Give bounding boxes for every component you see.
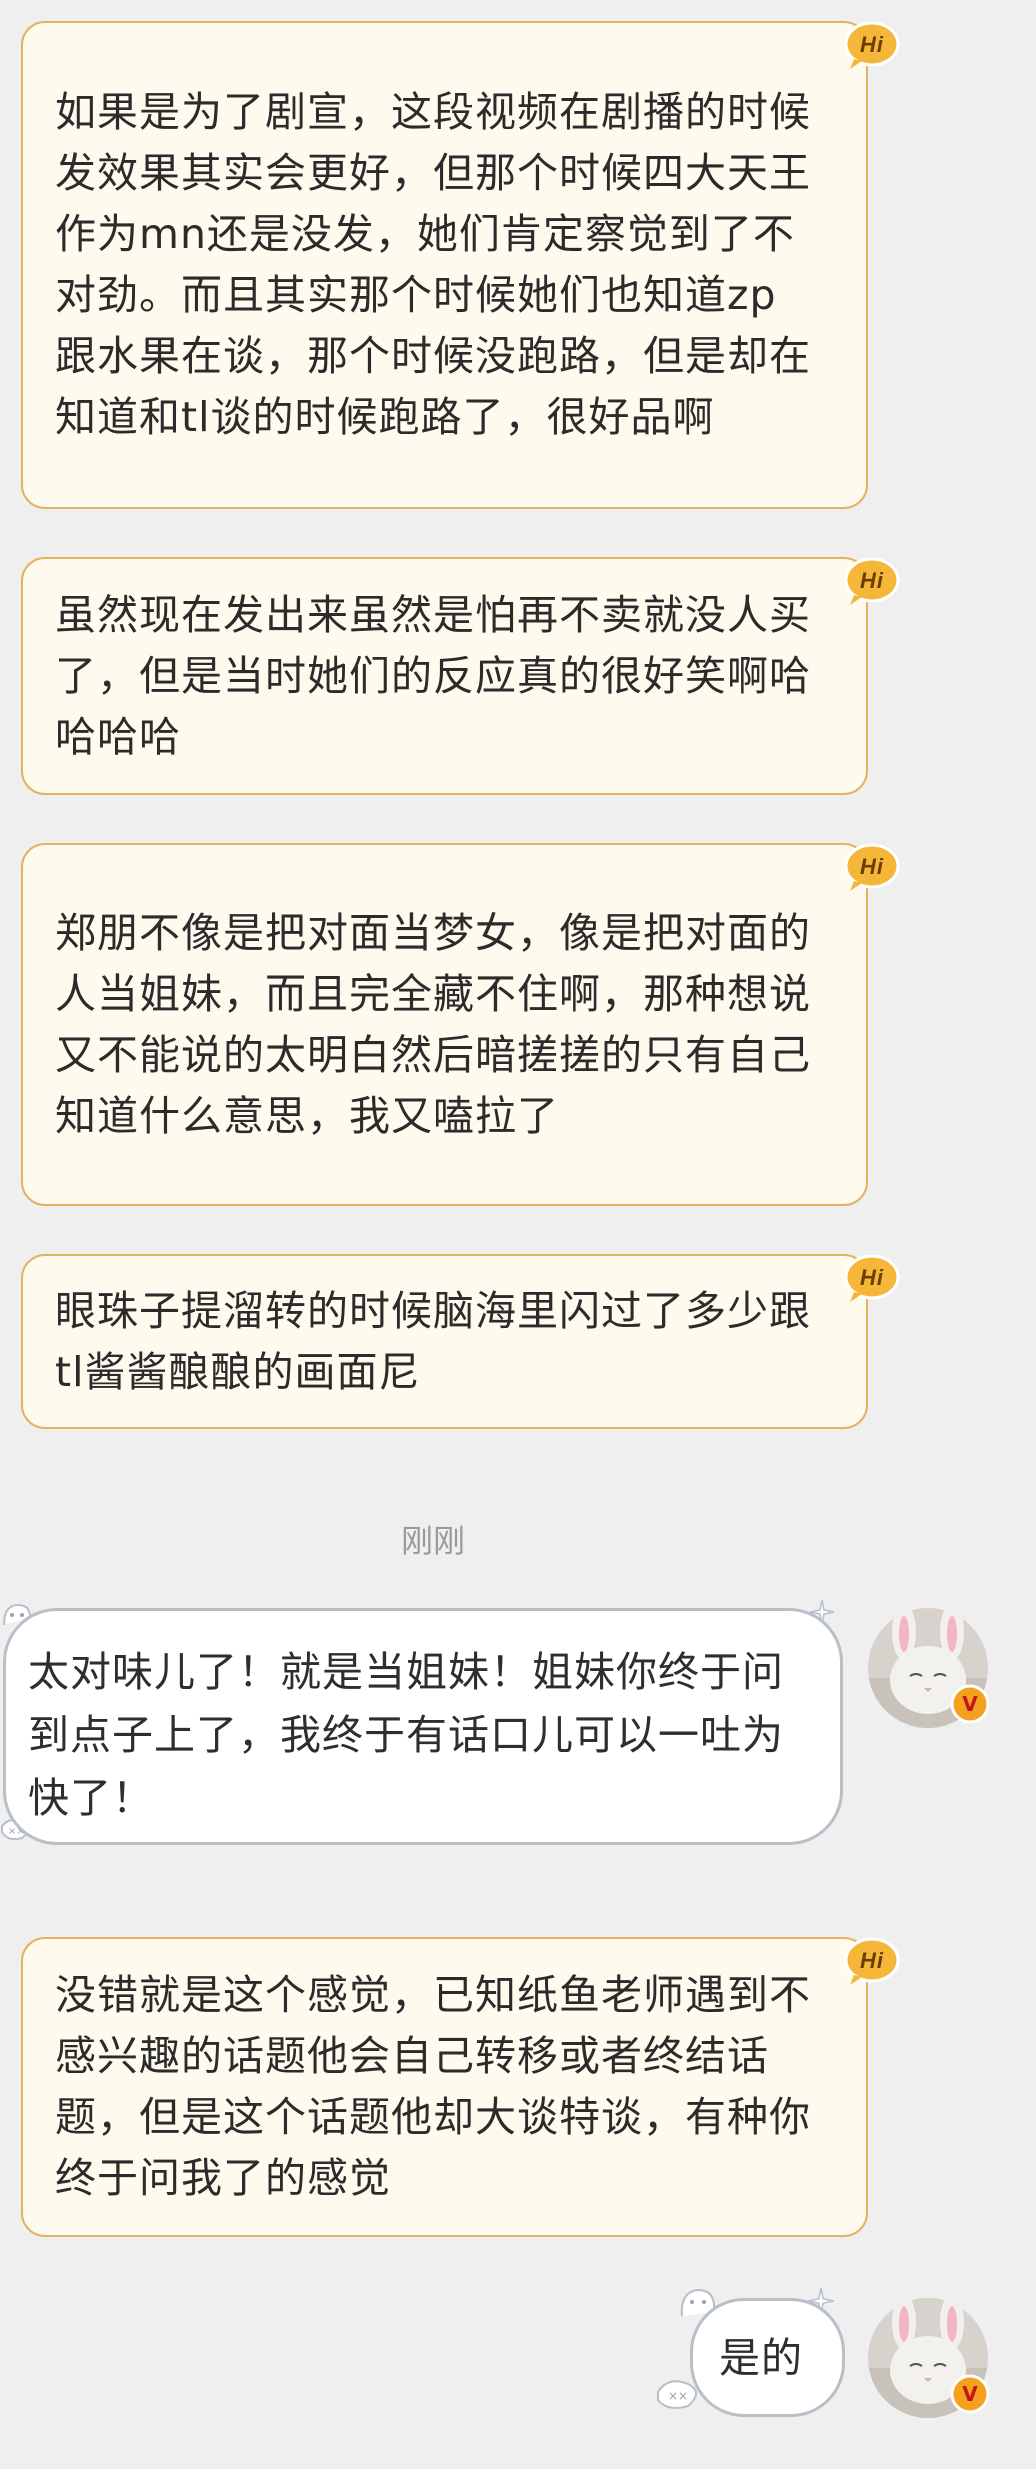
- message-text: 是的: [719, 2334, 803, 2382]
- chat-conversation: 如果是为了剧宣，这段视频在剧播的时候发效果其实会更好，但那个时候四大天王作为mn…: [0, 0, 1036, 2469]
- hi-badge-icon: Hi: [844, 557, 900, 607]
- svg-text:××: ××: [668, 2389, 688, 2403]
- hi-badge-icon: Hi: [844, 1254, 900, 1304]
- avatar[interactable]: V: [868, 1608, 990, 1728]
- hi-badge-icon: Hi: [844, 843, 900, 893]
- message-timestamp: 刚刚: [400, 1522, 465, 1560]
- svg-text:Hi: Hi: [860, 1948, 884, 1973]
- message-text: 郑朋不像是把对面当梦女，像是把对面的人当姐妹，而且完全藏不住啊，那种想说又不能说…: [55, 908, 811, 1140]
- svg-text:Hi: Hi: [860, 854, 884, 879]
- incoming-message[interactable]: 虽然现在发出来虽然是怕再不卖就没人买了，但是当时她们的反应真的很好笑啊哈哈哈哈 …: [21, 557, 900, 795]
- svg-text:Hi: Hi: [860, 568, 884, 593]
- incoming-message[interactable]: 没错就是这个感觉，已知纸鱼老师遇到不感兴趣的话题他会自己转移或者终结话题，但是这…: [21, 1937, 900, 2237]
- incoming-message[interactable]: 如果是为了剧宣，这段视频在剧播的时候发效果其实会更好，但那个时候四大天王作为mn…: [21, 21, 900, 509]
- hi-badge-icon: Hi: [844, 1937, 900, 1987]
- message-text: 太对味儿了！就是当姐妹！姐妹你终于问到点子上了，我终于有话口儿可以一吐为快了！: [28, 1648, 784, 1822]
- incoming-message[interactable]: 眼珠子提溜转的时候脑海里闪过了多少跟tl酱酱酿酿的画面尼 Hi: [21, 1254, 900, 1429]
- avatar[interactable]: V: [868, 2298, 990, 2418]
- message-text: 没错就是这个感觉，已知纸鱼老师遇到不感兴趣的话题他会自己转移或者终结话题，但是这…: [55, 1971, 811, 2202]
- message-text: 虽然现在发出来虽然是怕再不卖就没人买了，但是当时她们的反应真的很好笑啊哈哈哈哈: [55, 590, 811, 761]
- svg-text:Hi: Hi: [860, 1265, 884, 1290]
- svg-text:Hi: Hi: [860, 32, 884, 57]
- message-text: 眼珠子提溜转的时候脑海里闪过了多少跟tl酱酱酿酿的画面尼: [55, 1286, 811, 1396]
- verified-v-icon: V: [950, 2374, 990, 2414]
- verified-v-icon: V: [950, 1684, 990, 1724]
- svg-text:V: V: [962, 2382, 978, 2406]
- hi-badge-icon: Hi: [844, 21, 900, 71]
- svg-text:V: V: [962, 1692, 978, 1716]
- outgoing-message[interactable]: 太对味儿了！就是当姐妹！姐妹你终于问到点子上了，我终于有话口儿可以一吐为快了！: [3, 1608, 843, 1845]
- incoming-message[interactable]: 郑朋不像是把对面当梦女，像是把对面的人当姐妹，而且完全藏不住啊，那种想说又不能说…: [21, 843, 900, 1206]
- outgoing-message[interactable]: 是的: [690, 2298, 845, 2417]
- message-text: 如果是为了剧宣，这段视频在剧播的时候发效果其实会更好，但那个时候四大天王作为mn…: [55, 88, 811, 441]
